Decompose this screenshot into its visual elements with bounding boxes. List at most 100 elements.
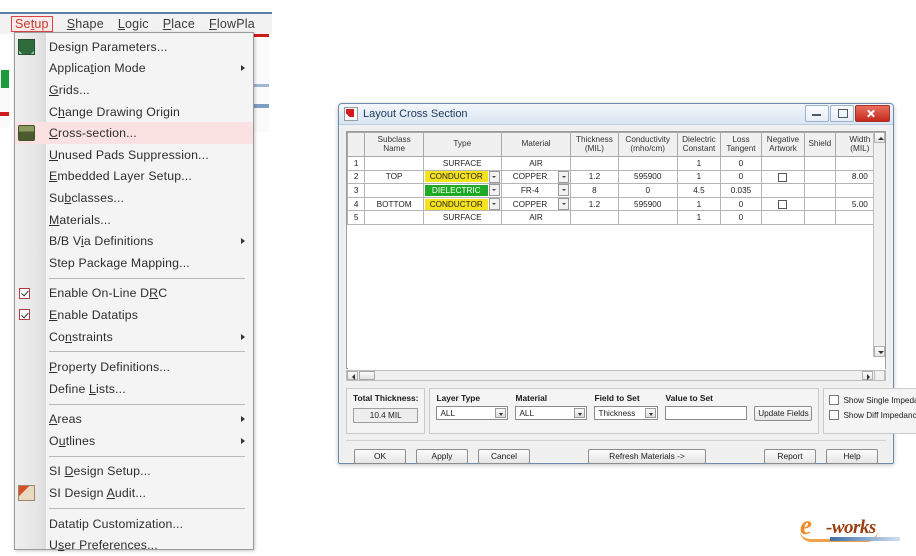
maximize-icon[interactable] [830, 105, 854, 122]
refresh-materials-button[interactable]: Refresh Materials -> [588, 448, 706, 464]
menu-item-change-drawing-origin[interactable]: Change Drawing Origin [15, 101, 253, 123]
column-header-1[interactable]: Subclass Name [364, 132, 424, 157]
loss-tangent-cell[interactable]: 0 [719, 156, 762, 171]
material-cell[interactable]: AIR [500, 210, 572, 225]
cancel-button[interactable]: Cancel [478, 448, 530, 464]
menubar-item-setup[interactable]: Setup [11, 16, 53, 32]
negative-artwork-cell[interactable] [760, 210, 805, 225]
menu-item-enable-on-line-drc[interactable]: Enable On-Line DRC [15, 283, 253, 305]
material-dropdown-icon[interactable] [558, 198, 570, 210]
chevron-down-icon[interactable] [574, 408, 586, 418]
negative-artwork-cell[interactable] [760, 156, 805, 171]
menu-item-datatip-customization[interactable]: Datatip Customization... [15, 513, 253, 535]
apply-button[interactable]: Apply [416, 448, 468, 464]
subclass-name-cell[interactable] [364, 210, 424, 225]
material-select[interactable]: ALL [515, 406, 588, 420]
menu-item-grids[interactable]: Grids... [15, 79, 253, 101]
loss-tangent-cell[interactable]: 0 [719, 169, 762, 185]
loss-tangent-cell[interactable]: 0.035 [719, 183, 762, 198]
menu-item-outlines[interactable]: Outlines [15, 430, 253, 452]
column-header-5[interactable]: Conductivity (mho/cm) [617, 132, 678, 157]
menu-item-property-definitions[interactable]: Property Definitions... [15, 356, 253, 378]
window-controls[interactable] [805, 105, 890, 122]
table-row[interactable]: 1 SURFACE AIR 1 0 [346, 156, 886, 171]
field-to-set-select[interactable]: Thickness [594, 406, 659, 420]
update-fields-button[interactable]: Update Fields [754, 406, 813, 421]
type-cell[interactable]: SURFACE [422, 156, 502, 171]
dialog-title-bar[interactable]: Layout Cross Section [339, 104, 893, 125]
menu-item-define-lists[interactable]: Define Lists... [15, 378, 253, 400]
material-field[interactable]: Material ALL [515, 393, 588, 420]
material-cell[interactable]: FR-4 [500, 183, 572, 198]
column-header-9[interactable]: Shield [803, 132, 836, 157]
help-button[interactable]: Help [826, 448, 878, 464]
menu-item-user-preferences[interactable]: User Preferences... [15, 534, 253, 556]
type-dropdown-icon[interactable] [488, 184, 500, 197]
dielectric-constant-cell[interactable]: 1 [676, 196, 721, 212]
horizontal-scrollbar[interactable] [346, 370, 886, 381]
show-diff-impedance-row[interactable]: Show Diff Impedance [829, 410, 916, 420]
shield-cell[interactable] [803, 183, 836, 198]
conductivity-cell[interactable]: 595900 [617, 196, 678, 212]
value-to-set-field[interactable]: Value to Set [665, 393, 748, 420]
conductivity-cell[interactable] [617, 210, 678, 225]
menu-item-enable-datatips[interactable]: Enable Datatips [15, 304, 253, 326]
column-header-8[interactable]: Negative Artwork [760, 132, 805, 157]
type-dropdown-icon[interactable] [488, 171, 500, 183]
subclass-name-cell[interactable] [364, 183, 424, 198]
negative-artwork-cell[interactable] [760, 183, 805, 198]
menubar-item-flowpla[interactable]: FlowPla [209, 17, 255, 31]
layout-cross-section-dialog[interactable]: Layout Cross Section Subclass Name Type Ma… [338, 103, 916, 464]
type-cell[interactable]: CONDUCTOR [422, 196, 502, 212]
type-cell[interactable]: CONDUCTOR [422, 169, 502, 185]
conductivity-cell[interactable]: 0 [617, 183, 678, 198]
column-header-7[interactable]: Loss Tangent [719, 132, 762, 157]
checkbox-checked-icon[interactable] [19, 309, 30, 321]
close-icon[interactable] [855, 105, 890, 122]
vertical-scrollbar[interactable] [873, 132, 885, 357]
dielectric-constant-cell[interactable]: 4.5 [676, 183, 721, 198]
menu-item-si-design-audit[interactable]: SI Design Audit... [15, 482, 253, 504]
menu-item-embedded-layer-setup[interactable]: Embedded Layer Setup... [15, 166, 253, 188]
row-number-cell[interactable]: 5 [346, 210, 366, 225]
type-dropdown-icon[interactable] [488, 198, 500, 210]
subclass-name-cell[interactable]: BOTTOM [364, 196, 424, 212]
setup-dropdown-menu[interactable]: Design Parameters... Application Mode Grid… [14, 32, 254, 552]
show-single-impedance-checkbox[interactable] [829, 395, 840, 405]
row-number-cell[interactable]: 2 [346, 169, 366, 185]
checkbox-checked-icon[interactable] [19, 287, 30, 299]
menu-item-application-mode[interactable]: Application Mode [15, 58, 253, 80]
negative-artwork-cell[interactable] [760, 169, 805, 185]
menubar-item-place[interactable]: Place [163, 17, 195, 31]
menu-item-materials[interactable]: Materials... [15, 209, 253, 231]
thickness-cell[interactable]: 1.2 [570, 169, 619, 185]
field-to-set-field[interactable]: Field to Set Thickness [594, 393, 659, 420]
thickness-cell[interactable] [570, 156, 619, 171]
value-to-set-input[interactable] [665, 406, 748, 420]
scroll-up-icon[interactable] [874, 132, 885, 143]
show-single-impedance-row[interactable]: Show Single Impedance [829, 395, 916, 405]
scroll-right-icon[interactable] [862, 371, 873, 380]
material-dropdown-icon[interactable] [558, 184, 570, 197]
shield-cell[interactable] [803, 169, 836, 185]
table-row[interactable]: 3 DIELECTRIC FR-4 8 0 4.5 0.035 [346, 183, 886, 198]
thickness-cell[interactable] [570, 210, 619, 225]
material-dropdown-icon[interactable] [558, 171, 570, 183]
loss-tangent-cell[interactable]: 0 [719, 210, 762, 225]
negative-artwork-cell[interactable] [760, 196, 805, 212]
menu-item-si-design-setup[interactable]: SI Design Setup... [15, 461, 253, 483]
row-number-cell[interactable]: 3 [346, 183, 366, 198]
subclass-name-cell[interactable]: TOP [364, 169, 424, 185]
conductivity-cell[interactable]: 595900 [617, 169, 678, 185]
scroll-down-icon[interactable] [874, 346, 885, 357]
column-header-4[interactable]: Thickness (MIL) [570, 132, 619, 157]
shield-cell[interactable] [803, 156, 836, 171]
shield-cell[interactable] [803, 210, 836, 225]
material-cell[interactable]: COPPER [500, 196, 572, 212]
menubar-item-logic[interactable]: Logic [118, 17, 149, 31]
minimize-icon[interactable] [805, 105, 829, 122]
column-header-3[interactable]: Material [500, 132, 572, 157]
cross-section-table-container[interactable]: Subclass Name Type Material Thickness (MIL) C… [346, 131, 886, 375]
type-cell[interactable]: DIELECTRIC [422, 183, 502, 198]
column-header-2[interactable]: Type [422, 132, 502, 157]
